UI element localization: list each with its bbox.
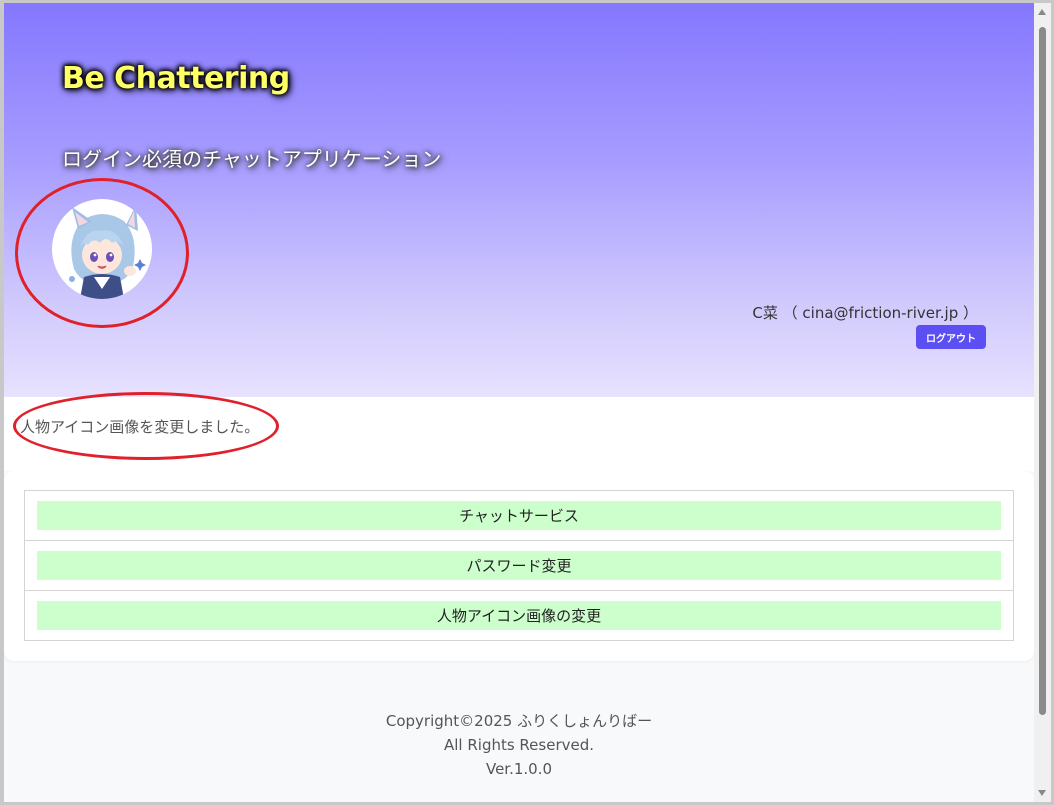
logout-button[interactable]: ログアウト [916,325,986,349]
vertical-scrollbar[interactable] [1034,3,1051,802]
scroll-up-arrow-icon[interactable] [1038,9,1046,15]
chat-service-button[interactable]: チャットサービス [37,501,1001,530]
user-info: C菜 （ cina@friction-river.jp ） [752,304,978,322]
annotation-circle-message [13,392,279,460]
change-avatar-button[interactable]: 人物アイコン画像の変更 [37,601,1001,630]
page-footer: Copyright©2025 ふりくしょんりばー All Rights Rese… [4,709,1034,781]
scrollbar-thumb[interactable] [1039,27,1046,715]
menu-card: チャットサービス パスワード変更 人物アイコン画像の変更 [4,471,1034,661]
change-password-button[interactable]: パスワード変更 [37,551,1001,580]
footer-version: Ver.1.0.0 [485,760,553,778]
menu-table: チャットサービス パスワード変更 人物アイコン画像の変更 [24,490,1014,641]
message-area: 人物アイコン画像を変更しました。 [4,392,1034,471]
scroll-down-arrow-icon[interactable] [1038,790,1046,796]
menu-row: パスワード変更 [25,541,1013,591]
page-header: Be Chattering ログイン必須のチャットアプリケーション C菜 （ c… [4,3,1034,397]
browser-viewport: Be Chattering ログイン必須のチャットアプリケーション C菜 （ c… [4,3,1034,802]
menu-row: チャットサービス [25,491,1013,541]
menu-row: 人物アイコン画像の変更 [25,591,1013,640]
app-title: Be Chattering [62,61,290,96]
annotation-circle-avatar [15,178,189,328]
footer-rights: All Rights Reserved. [443,736,595,754]
footer-copyright: Copyright©2025 ふりくしょんりばー [385,712,653,730]
app-subtitle: ログイン必須のチャットアプリケーション [62,147,442,171]
